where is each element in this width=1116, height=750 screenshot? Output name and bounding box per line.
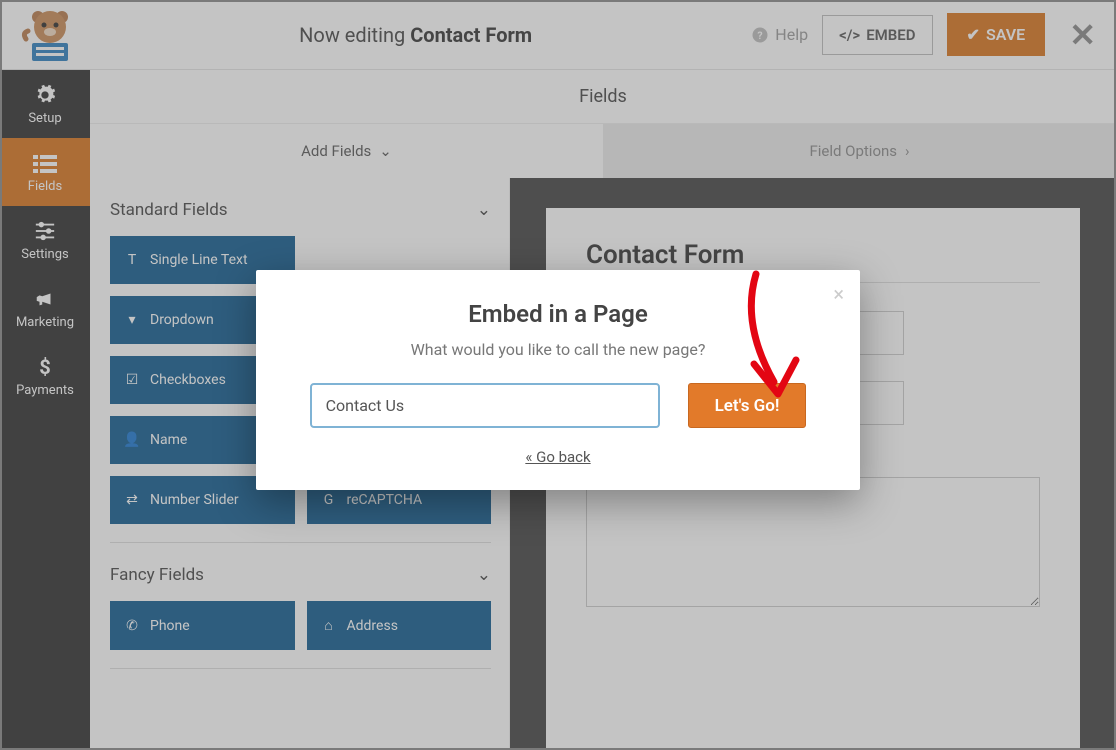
modal-overlay: × Embed in a Page What would you like to…	[0, 0, 1116, 750]
modal-close-button[interactable]: ×	[833, 282, 844, 306]
modal-subtitle: What would you like to call the new page…	[290, 340, 826, 359]
modal-title: Embed in a Page	[290, 300, 826, 328]
page-name-input[interactable]	[310, 383, 660, 428]
go-back-link[interactable]: « Go back	[290, 448, 826, 466]
lets-go-button[interactable]: Let's Go!	[688, 383, 807, 428]
embed-modal: × Embed in a Page What would you like to…	[256, 270, 860, 490]
